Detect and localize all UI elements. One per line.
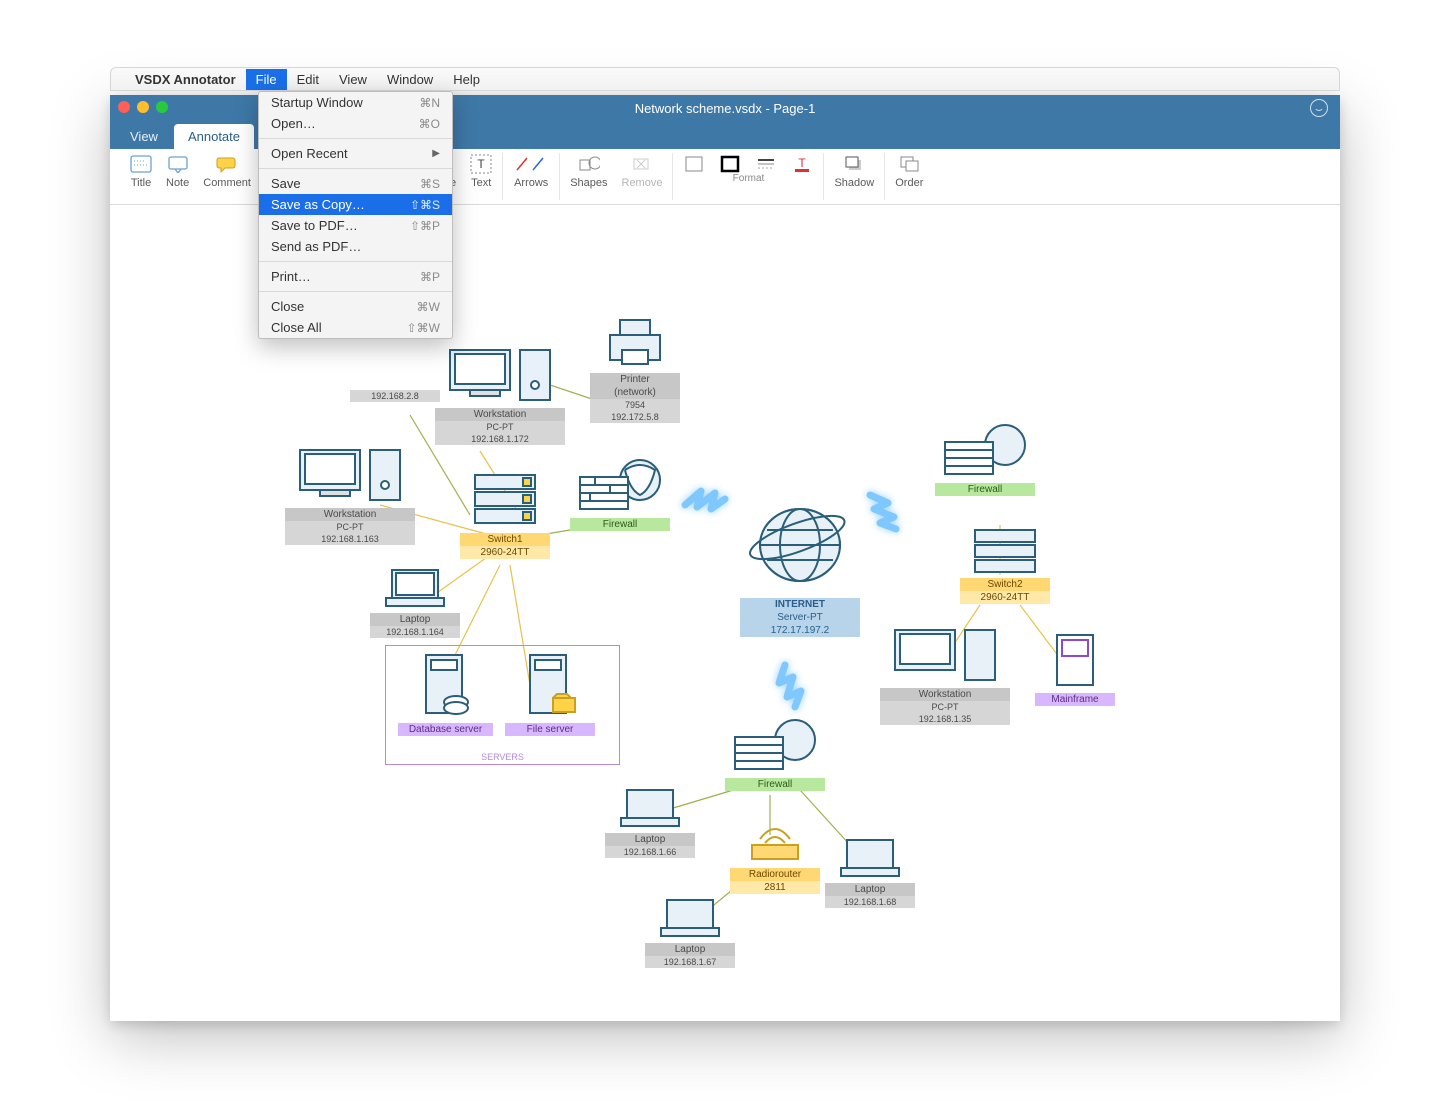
node-database-server[interactable]: Database server xyxy=(398,650,493,736)
text-icon: T xyxy=(470,153,492,175)
menuitem-close[interactable]: Close⌘W xyxy=(259,296,452,317)
menuitem-save-to-pdf[interactable]: Save to PDF…⇧⌘P xyxy=(259,215,452,236)
shadow-icon xyxy=(843,153,865,175)
fill-icon xyxy=(683,153,705,175)
menu-help[interactable]: Help xyxy=(443,69,490,90)
svg-text:T: T xyxy=(799,156,807,170)
menu-window[interactable]: Window xyxy=(377,69,443,90)
node-laptop-b3[interactable]: Laptop 192.168.1.67 xyxy=(645,895,735,968)
tool-note[interactable]: Note xyxy=(166,153,189,189)
node-laptop-left[interactable]: Laptop 192.168.1.164 xyxy=(370,565,460,638)
servers-group-label: SERVERS xyxy=(481,752,524,762)
menuitem-send-as-pdf[interactable]: Send as PDF… xyxy=(259,236,452,257)
menuitem-open[interactable]: Open…⌘O xyxy=(259,113,452,134)
textcolor-icon: T xyxy=(791,153,813,175)
node-workstation-left[interactable]: Workstation PC-PT 192.168.1.163 xyxy=(285,445,415,545)
arrows-icon xyxy=(513,153,549,175)
order-icon xyxy=(898,153,920,175)
node-firewall-left[interactable]: Firewall xyxy=(570,455,670,531)
node-mainframe[interactable]: Mainframe xyxy=(1035,630,1115,706)
node-internet[interactable]: INTERNET Server-PT 172.17.197.2 xyxy=(740,495,860,637)
menu-view[interactable]: View xyxy=(329,69,377,90)
feedback-icon[interactable] xyxy=(1310,99,1328,117)
remove-icon xyxy=(631,153,653,175)
shapes-icon xyxy=(578,153,600,175)
node-workstation-1[interactable]: 192.168.2.8 xyxy=(350,390,440,402)
title-icon xyxy=(130,153,152,175)
tool-linestyle[interactable] xyxy=(755,153,777,175)
svg-text:T: T xyxy=(478,157,486,171)
menuitem-print[interactable]: Print…⌘P xyxy=(259,266,452,287)
node-firewall-topright[interactable]: Firewall xyxy=(935,420,1035,496)
close-icon[interactable] xyxy=(118,101,130,113)
note-icon xyxy=(167,153,189,175)
tool-title[interactable]: Title xyxy=(130,153,152,189)
menuitem-close-all[interactable]: Close All⇧⌘W xyxy=(259,317,452,338)
menuitem-open-recent[interactable]: Open Recent▶ xyxy=(259,143,452,164)
menuitem-save-as-copy[interactable]: Save as Copy…⇧⌘S xyxy=(259,194,452,215)
tool-fill[interactable] xyxy=(683,153,705,175)
tab-annotate[interactable]: Annotate xyxy=(174,124,254,149)
menuitem-save[interactable]: Save⌘S xyxy=(259,173,452,194)
zoom-icon[interactable] xyxy=(156,101,168,113)
comment-icon xyxy=(216,153,238,175)
tool-shadow[interactable]: Shadow xyxy=(834,153,874,189)
tool-stroke[interactable] xyxy=(719,153,741,175)
window-title: Network scheme.vsdx - Page-1 xyxy=(635,101,816,116)
node-printer[interactable]: Printer (network) 7954 192.172.5.8 xyxy=(590,315,680,423)
stroke-icon xyxy=(719,153,741,175)
linestyle-icon xyxy=(755,153,777,175)
menuitem-startup-window[interactable]: Startup Window⌘N xyxy=(259,92,452,113)
tool-comment[interactable]: Comment xyxy=(203,153,251,189)
node-firewall-bottom[interactable]: Firewall xyxy=(725,715,825,791)
menu-edit[interactable]: Edit xyxy=(287,69,329,90)
node-switch2[interactable]: Switch2 2960-24TT xyxy=(960,525,1050,604)
minimize-icon[interactable] xyxy=(137,101,149,113)
node-file-server[interactable]: File server xyxy=(505,650,595,736)
node-laptop-b2[interactable]: Laptop 192.168.1.68 xyxy=(825,835,915,908)
tool-shapes[interactable]: Shapes xyxy=(570,153,607,189)
node-workstation-top[interactable]: Workstation PC-PT 192.168.1.172 xyxy=(435,345,565,445)
tab-view[interactable]: View xyxy=(116,124,172,149)
tool-textcolor[interactable]: T xyxy=(791,153,813,175)
tool-arrows[interactable]: Arrows xyxy=(513,153,549,189)
node-laptop-b1[interactable]: Laptop 192.168.1.66 xyxy=(605,785,695,858)
traffic-lights xyxy=(118,101,168,113)
file-menu-dropdown: Startup Window⌘N Open…⌘O Open Recent▶ Sa… xyxy=(258,91,453,339)
tool-remove[interactable]: Remove xyxy=(622,153,663,189)
app-window: VSDX Annotator File Edit View Window Hel… xyxy=(110,95,1340,1021)
menu-file[interactable]: File xyxy=(246,69,287,90)
node-workstation-right[interactable]: Workstation PC-PT 192.168.1.35 xyxy=(880,625,1010,725)
app-name-menu[interactable]: VSDX Annotator xyxy=(125,69,246,90)
tool-order[interactable]: Order xyxy=(895,153,923,189)
mac-menubar: VSDX Annotator File Edit View Window Hel… xyxy=(110,67,1340,91)
node-switch1[interactable]: Switch1 2960-24TT xyxy=(460,470,550,559)
tool-text[interactable]: T Text xyxy=(470,153,492,189)
node-radiorouter[interactable]: Radiorouter 2811 xyxy=(730,815,820,894)
